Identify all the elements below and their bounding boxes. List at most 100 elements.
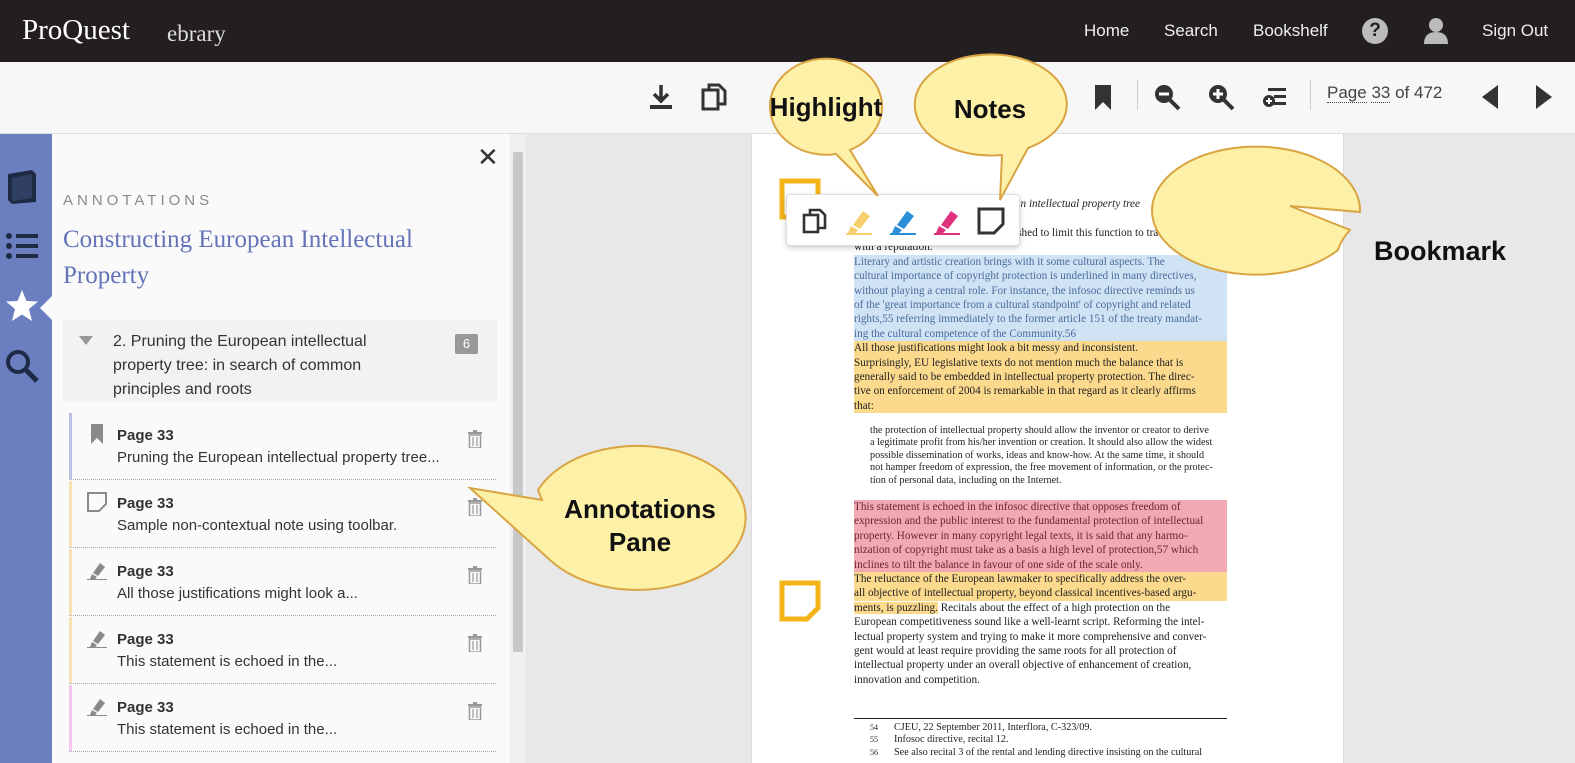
zoom-out-icon[interactable]	[1152, 82, 1182, 112]
document-line[interactable]: intellectual property under an overall o…	[854, 658, 1227, 672]
top-header: ProQuest ebrary Home Search Bookshelf ? …	[0, 0, 1575, 62]
fit-width-icon[interactable]	[1260, 82, 1290, 112]
help-icon[interactable]: ?	[1362, 18, 1388, 44]
document-line[interactable]: Surprisingly, EU legislative texts do no…	[854, 355, 1227, 370]
document-line[interactable]: ments, is puzzling. Recitals about the e…	[854, 601, 1227, 615]
copy-icon[interactable]	[801, 207, 829, 235]
pane-heading: ANNOTATIONS	[63, 192, 214, 209]
highlighter-pink-icon[interactable]	[933, 207, 961, 235]
bookmark-icon[interactable]	[1088, 82, 1118, 112]
page-number: 33	[1215, 198, 1227, 210]
document-line[interactable]: ing the cultural competence of the Commu…	[854, 326, 1227, 342]
trash-icon[interactable]	[467, 498, 483, 516]
document-line[interactable]: all objective of intellectual property, …	[854, 586, 1227, 601]
highlighter-icon	[87, 699, 107, 716]
highlighter-icon	[87, 563, 107, 580]
next-page-icon[interactable]	[1528, 82, 1558, 112]
chevron-down-icon[interactable]	[79, 336, 93, 345]
annotation-color-bar	[69, 617, 72, 683]
nav-sign-out[interactable]: Sign Out	[1482, 21, 1548, 41]
highlighted-text[interactable]: ments, is puzzling.	[854, 601, 938, 614]
document-line[interactable]: property. However in many copyright lega…	[854, 528, 1227, 544]
annotation-color-bar	[69, 685, 72, 751]
annotation-text: All those justifications might look a...	[117, 585, 358, 602]
brand-logo[interactable]: ProQuest	[22, 14, 130, 47]
footnote: 56 See also recital 3 of the rental and l…	[854, 747, 1227, 759]
page-label: Page	[1327, 83, 1367, 103]
scrollbar-thumb[interactable]	[513, 152, 523, 652]
annotations-pane: ✕ ANNOTATIONS Constructing European Inte…	[52, 134, 526, 763]
document-line[interactable]: cultural importance of copyright protect…	[854, 269, 1227, 284]
nav-search[interactable]: Search	[1164, 21, 1218, 41]
document-line[interactable]: generally said to be embedded in intelle…	[854, 370, 1227, 385]
table-of-contents-icon[interactable]	[4, 228, 40, 264]
bookmark-icon	[91, 424, 103, 444]
page-total: of 472	[1395, 83, 1443, 102]
document-line[interactable]: rights,55 referring immediately to the f…	[854, 312, 1227, 327]
search-icon[interactable]	[4, 348, 40, 384]
previous-page-icon[interactable]	[1476, 82, 1506, 112]
footnote-divider	[854, 718, 1227, 719]
page-indicator[interactable]: Page 33 of 472	[1327, 83, 1442, 103]
document-line[interactable]: gent would at least require providing th…	[854, 644, 1227, 658]
annotation-item[interactable]: Page 33 This statement is echoed in the.…	[69, 617, 496, 684]
pane-scrollbar[interactable]	[510, 134, 526, 763]
note-icon[interactable]	[977, 207, 1005, 235]
toolbar-divider	[1310, 80, 1311, 110]
footnote-text: CJEU, 22 September 2011, Interflora, C-3…	[894, 722, 1092, 733]
nav-bookshelf[interactable]: Bookshelf	[1253, 21, 1328, 41]
annotation-page: Page 33	[117, 427, 174, 444]
copy-icon[interactable]	[699, 82, 729, 112]
page-number-input[interactable]: 33	[1371, 83, 1391, 103]
document-line[interactable]: wished to limit this function to tradema…	[1006, 226, 1379, 240]
document-line[interactable]: lectual property system and trying to ma…	[854, 630, 1227, 644]
trash-icon[interactable]	[467, 702, 483, 720]
document-line[interactable]: The reluctance of the European lawmaker …	[854, 572, 1227, 587]
side-rail	[0, 134, 52, 763]
annotation-item[interactable]: Page 33 Pruning the European intellectua…	[69, 413, 496, 480]
document-line[interactable]: innovation and competition.	[854, 673, 1227, 687]
document-line[interactable]: that:	[854, 398, 1227, 414]
document-line[interactable]: inclines to tilt the balance in favour o…	[854, 557, 1227, 572]
download-icon[interactable]	[646, 82, 676, 112]
document-line[interactable]: of the 'great importance from a cultural…	[854, 298, 1227, 313]
footnote: 55 Infosoc directive, recital 12.	[854, 734, 1227, 746]
running-head: ean intellectual property tree	[1010, 198, 1140, 210]
document-line[interactable]: All those justifications might look a bi…	[854, 341, 1227, 356]
bookmark-flag-icon[interactable]	[1244, 172, 1291, 270]
footnote-text: See also recital 3 of the rental and len…	[894, 746, 1203, 758]
annotations-star-icon[interactable]	[4, 288, 40, 324]
annotation-text: This statement is echoed in the...	[117, 721, 338, 738]
trash-icon[interactable]	[467, 634, 483, 652]
note-marker-icon[interactable]	[779, 580, 821, 622]
document-line[interactable]: This statement is echoed in the infosoc …	[854, 500, 1227, 515]
annotation-item[interactable]: Page 33 This statement is echoed in the.…	[69, 685, 496, 752]
document-line[interactable]: Literary and artistic creation brings wi…	[854, 254, 1227, 270]
user-icon[interactable]	[1422, 16, 1450, 44]
book-icon[interactable]	[4, 168, 40, 204]
trash-icon[interactable]	[467, 566, 483, 584]
document-line[interactable]: expression and the public interest to th…	[854, 514, 1227, 529]
quote-line: tion of personal data, including on the …	[870, 474, 1062, 486]
footnote-text: Infosoc directive, recital 12.	[894, 734, 1009, 746]
close-icon[interactable]: ✕	[477, 142, 499, 173]
quote-line: the protection of intellectual property …	[870, 425, 1209, 436]
annotation-color-bar	[69, 481, 72, 547]
document-line[interactable]: European competitiveness sound like a we…	[854, 615, 1227, 629]
footnote: 54 CJEU, 22 September 2011, Interflora, C…	[854, 722, 1227, 734]
zoom-in-icon[interactable]	[1206, 82, 1236, 112]
annotation-page: Page 33	[117, 495, 174, 512]
document-line[interactable]: nization of copyright must take as a bas…	[854, 543, 1227, 558]
annotation-item[interactable]: Page 33 All those justifications might l…	[69, 549, 496, 616]
nav-home[interactable]: Home	[1084, 21, 1129, 41]
document-line[interactable]: tive on enforcement of 2004 is remarkabl…	[854, 384, 1227, 399]
quote-line: not hamper freedom of expression, the fr…	[870, 462, 1213, 474]
annotation-item[interactable]: Page 33 Sample non-contextual note using…	[69, 481, 496, 548]
footnote-number: 56	[870, 747, 878, 757]
chapter-group[interactable]: 2. Pruning the European intellectual pro…	[63, 320, 497, 402]
annotation-color-bar	[69, 549, 72, 615]
trash-icon[interactable]	[467, 430, 483, 448]
highlighter-blue-icon[interactable]	[889, 207, 917, 235]
highlighter-yellow-icon[interactable]	[845, 207, 873, 235]
document-line[interactable]: without playing a central role. For inst…	[854, 283, 1227, 298]
